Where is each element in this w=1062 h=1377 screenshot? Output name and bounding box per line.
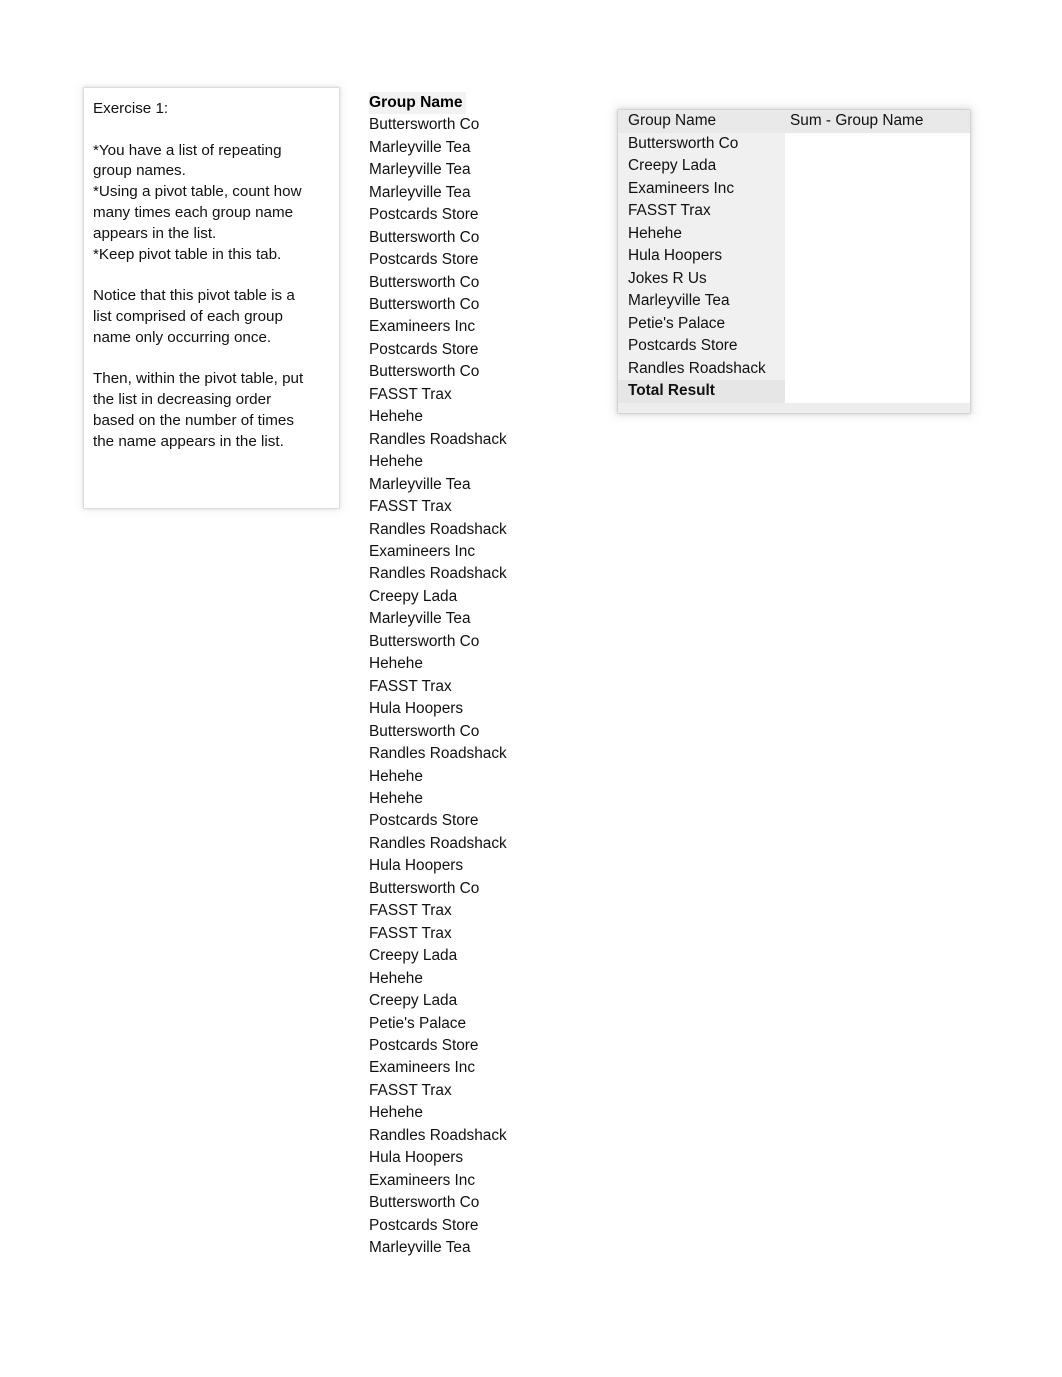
pivot-cell-group-name[interactable]: Postcards Store	[618, 335, 785, 358]
pivot-cell-group-name[interactable]: Jokes R Us	[618, 267, 785, 290]
source-data-cell: Postcards Store	[369, 1216, 479, 1234]
source-data-cell: Marleyville Tea	[369, 610, 471, 628]
exercise-paragraph-2: Notice that this pivot table is a list c…	[93, 287, 295, 346]
pivot-table-row[interactable]: Petie's Palace	[618, 312, 970, 335]
pivot-table-row[interactable]: Marleyville Tea	[618, 290, 970, 313]
source-data-cell: Marleyville Tea	[369, 138, 471, 156]
source-data-cell: Creepy Lada	[369, 992, 458, 1010]
source-data-cell: Marleyville Tea	[369, 1239, 471, 1257]
pivot-table-row[interactable]: Buttersworth Co	[618, 132, 970, 155]
source-data-cell: Randles Roadshack	[369, 520, 507, 538]
exercise-title: Exercise 1:	[93, 100, 169, 117]
source-data-cell: Creepy Lada	[369, 947, 458, 965]
pivot-table-row[interactable]: Creepy Lada	[618, 155, 970, 178]
pivot-cell-group-name[interactable]: Creepy Lada	[618, 155, 785, 178]
source-data-cell: Buttersworth Co	[369, 1194, 480, 1212]
source-data-cell: Postcards Store	[369, 206, 479, 224]
pivot-table-row[interactable]: Hehehe	[618, 222, 970, 245]
source-data-column-header: Group Name	[369, 92, 466, 115]
source-data-cell: Examineers Inc	[369, 543, 476, 561]
source-data-cell: Marleyville Tea	[369, 475, 471, 493]
pivot-cell-group-name[interactable]: Petie's Palace	[618, 312, 785, 335]
pivot-table-row[interactable]: Randles Roadshack	[618, 357, 970, 380]
source-data-cell: Randles Roadshack	[369, 834, 507, 852]
source-data-cell: Examineers Inc	[369, 318, 476, 336]
source-data-cell: FASST Trax	[369, 385, 452, 403]
pivot-table-header-row: Group Name Sum - Group Name	[618, 110, 970, 133]
pivot-total-label: Total Result	[618, 380, 785, 403]
exercise-paragraph-1: *You have a list of repeating group name…	[93, 141, 302, 263]
pivot-cell-group-name[interactable]: Buttersworth Co	[618, 132, 785, 155]
source-data-cell: Postcards Store	[369, 812, 479, 830]
source-data-header-wrap: Group Name	[369, 92, 569, 115]
source-data-cell: FASST Trax	[369, 924, 452, 942]
pivot-table-bottom-padding	[618, 402, 970, 413]
source-data-cell: FASST Trax	[369, 677, 452, 695]
pivot-cell-group-name[interactable]: Examineers Inc	[618, 177, 785, 200]
source-data-cell: FASST Trax	[369, 498, 452, 516]
source-data-cell: Hula Hoopers	[369, 857, 464, 875]
exercise-paragraph-3: Then, within the pivot table, put the li…	[93, 370, 304, 450]
pivot-table-row[interactable]: Postcards Store	[618, 335, 970, 358]
pivot-table[interactable]: Group Name Sum - Group Name Buttersworth…	[618, 110, 970, 413]
source-data-cell: FASST Trax	[369, 902, 452, 920]
pivot-cell-group-name[interactable]: FASST Trax	[618, 200, 785, 223]
source-data-cell: Hehehe	[369, 408, 423, 426]
source-data-cell: Buttersworth Co	[369, 722, 480, 740]
source-data-cell: Randles Roadshack	[369, 1126, 507, 1144]
source-data-cell: Randles Roadshack	[369, 430, 507, 448]
source-data-cell: Buttersworth Co	[369, 228, 480, 246]
pivot-cell-group-name[interactable]: Marleyville Tea	[618, 290, 785, 313]
source-data-cell: Buttersworth Co	[369, 363, 480, 381]
source-data-cell: Marleyville Tea	[369, 183, 471, 201]
source-data-column: Group Name Buttersworth Co Marleyville Te…	[369, 92, 569, 1260]
source-data-cell: Marleyville Tea	[369, 161, 471, 179]
source-data-cell: Buttersworth Co	[369, 632, 480, 650]
source-data-cell: Postcards Store	[369, 1036, 479, 1054]
source-data-cell: Postcards Store	[369, 340, 479, 358]
source-data-cell: Petie's Palace	[369, 1014, 467, 1032]
source-data-list: Buttersworth Co Marleyville Tea Marleyvill…	[369, 114, 569, 1259]
source-data-cell: Randles Roadshack	[369, 745, 507, 763]
source-data-cell: Buttersworth Co	[369, 879, 480, 897]
source-data-cell: Hehehe	[369, 969, 423, 987]
pivot-table-row[interactable]: Hula Hoopers	[618, 245, 970, 268]
source-data-cell: Hehehe	[369, 767, 423, 785]
source-data-cell: Hula Hoopers	[369, 1149, 464, 1167]
source-data-cell: Buttersworth Co	[369, 273, 480, 291]
source-data-cell: Creepy Lada	[369, 587, 458, 605]
source-data-cell: Hehehe	[369, 1104, 423, 1122]
source-data-cell: Examineers Inc	[369, 1059, 476, 1077]
source-data-cell: Hula Hoopers	[369, 700, 464, 718]
source-data-cell: Hehehe	[369, 655, 423, 673]
pivot-table-row[interactable]: Jokes R Us	[618, 267, 970, 290]
pivot-header-group-name[interactable]: Group Name	[618, 110, 785, 133]
source-data-cell: Randles Roadshack	[369, 565, 507, 583]
pivot-cell-group-name[interactable]: Randles Roadshack	[618, 357, 785, 380]
pivot-cell-group-name[interactable]: Hula Hoopers	[618, 245, 785, 268]
source-data-cell: Hehehe	[369, 790, 423, 807]
source-data-cell: Examineers Inc	[369, 1171, 476, 1189]
pivot-table-row[interactable]: Examineers Inc	[618, 177, 970, 200]
pivot-header-sum-group-name[interactable]: Sum - Group Name	[785, 110, 970, 133]
pivot-cell-group-name[interactable]: Hehehe	[618, 222, 785, 245]
source-data-cell: Buttersworth Co	[369, 296, 480, 314]
pivot-table-body: Buttersworth Co Creepy Lada Examineers Inc…	[618, 132, 970, 380]
source-data-cell: Buttersworth Co	[369, 116, 480, 134]
source-data-cell: Hehehe	[369, 453, 423, 471]
pivot-table-total-row: Total Result	[618, 380, 970, 403]
pivot-table-row[interactable]: FASST Trax	[618, 200, 970, 223]
source-data-cell: Postcards Store	[369, 251, 479, 269]
exercise-instructions-box: Exercise 1: *You have a list of repeatin…	[84, 88, 339, 508]
source-data-cell: FASST Trax	[369, 1081, 452, 1099]
